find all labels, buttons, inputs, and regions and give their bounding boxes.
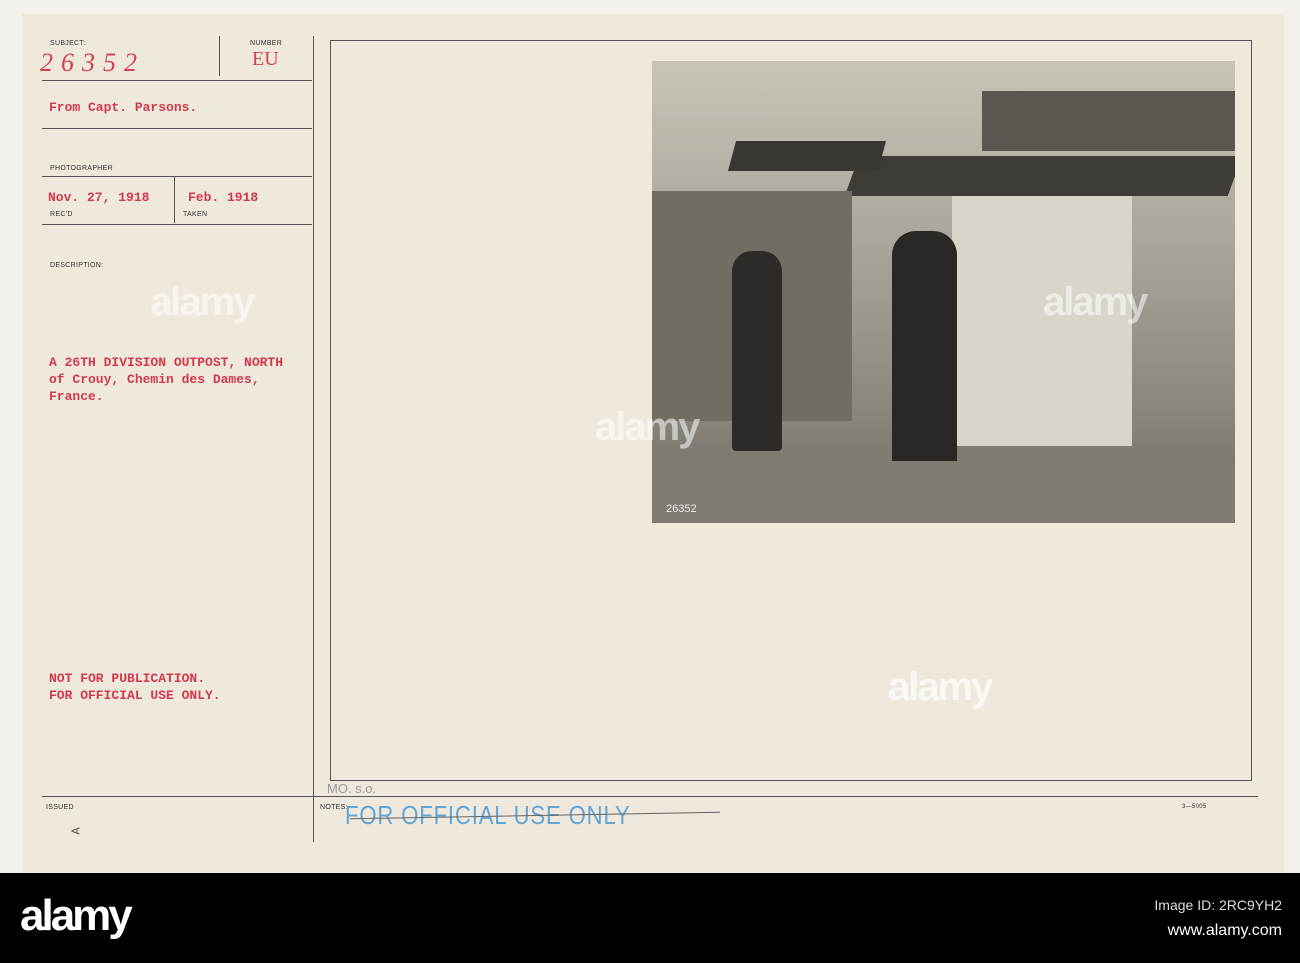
watermark: alamy [595, 405, 700, 449]
photographer-label: PHOTOGRAPHER [50, 165, 113, 172]
description-label: DESCRIPTION: [50, 262, 104, 269]
number-value: EU [252, 48, 279, 70]
description: A 26TH DIVISION OUTPOST, NORTH of Crouy, … [49, 354, 283, 405]
description-line: France. [49, 389, 104, 404]
restriction-line: FOR OFFICIAL USE ONLY. [49, 688, 221, 703]
subject-label: SUBJECT: [50, 40, 86, 47]
subject-number: 26352 [40, 48, 145, 77]
issued-mark: A [69, 827, 84, 835]
watermark: alamy [150, 280, 255, 324]
notes-handwritten: MO. s.o. [327, 781, 377, 796]
alamy-url[interactable]: www.alamy.com [1100, 922, 1282, 940]
photo-number: 26352 [666, 503, 697, 515]
alamy-logo: alamy [20, 891, 133, 940]
taken-date: Feb. 1918 [188, 190, 259, 205]
form-number: 3—5005 [1182, 804, 1207, 810]
image-id: Image ID: 2RC9YH2 [1154, 897, 1282, 913]
received-label: REC'D [50, 211, 73, 218]
from-text: From Capt. Parsons. [49, 100, 198, 115]
description-line: of Crouy, Chemin des Dames, [49, 372, 260, 387]
description-line: A 26TH DIVISION OUTPOST, NORTH [49, 355, 284, 370]
restriction-line: NOT FOR PUBLICATION. [49, 671, 206, 686]
footer-bar: alamy Image ID: 2RC9YH2 www.alamy.com [0, 873, 1300, 963]
notes-label: NOTES: [320, 804, 348, 811]
watermark: alamy [888, 665, 993, 709]
watermark: alamy [1043, 280, 1148, 324]
restriction-note: NOT FOR PUBLICATION. FOR OFFICIAL USE ONL… [49, 670, 221, 704]
taken-label: TAKEN [183, 211, 208, 218]
number-label: NUMBER [250, 40, 283, 47]
photograph: 26352 [652, 61, 1235, 523]
received-date: Nov. 27, 1918 [48, 190, 150, 205]
issued-label: ISSUED [46, 804, 74, 811]
